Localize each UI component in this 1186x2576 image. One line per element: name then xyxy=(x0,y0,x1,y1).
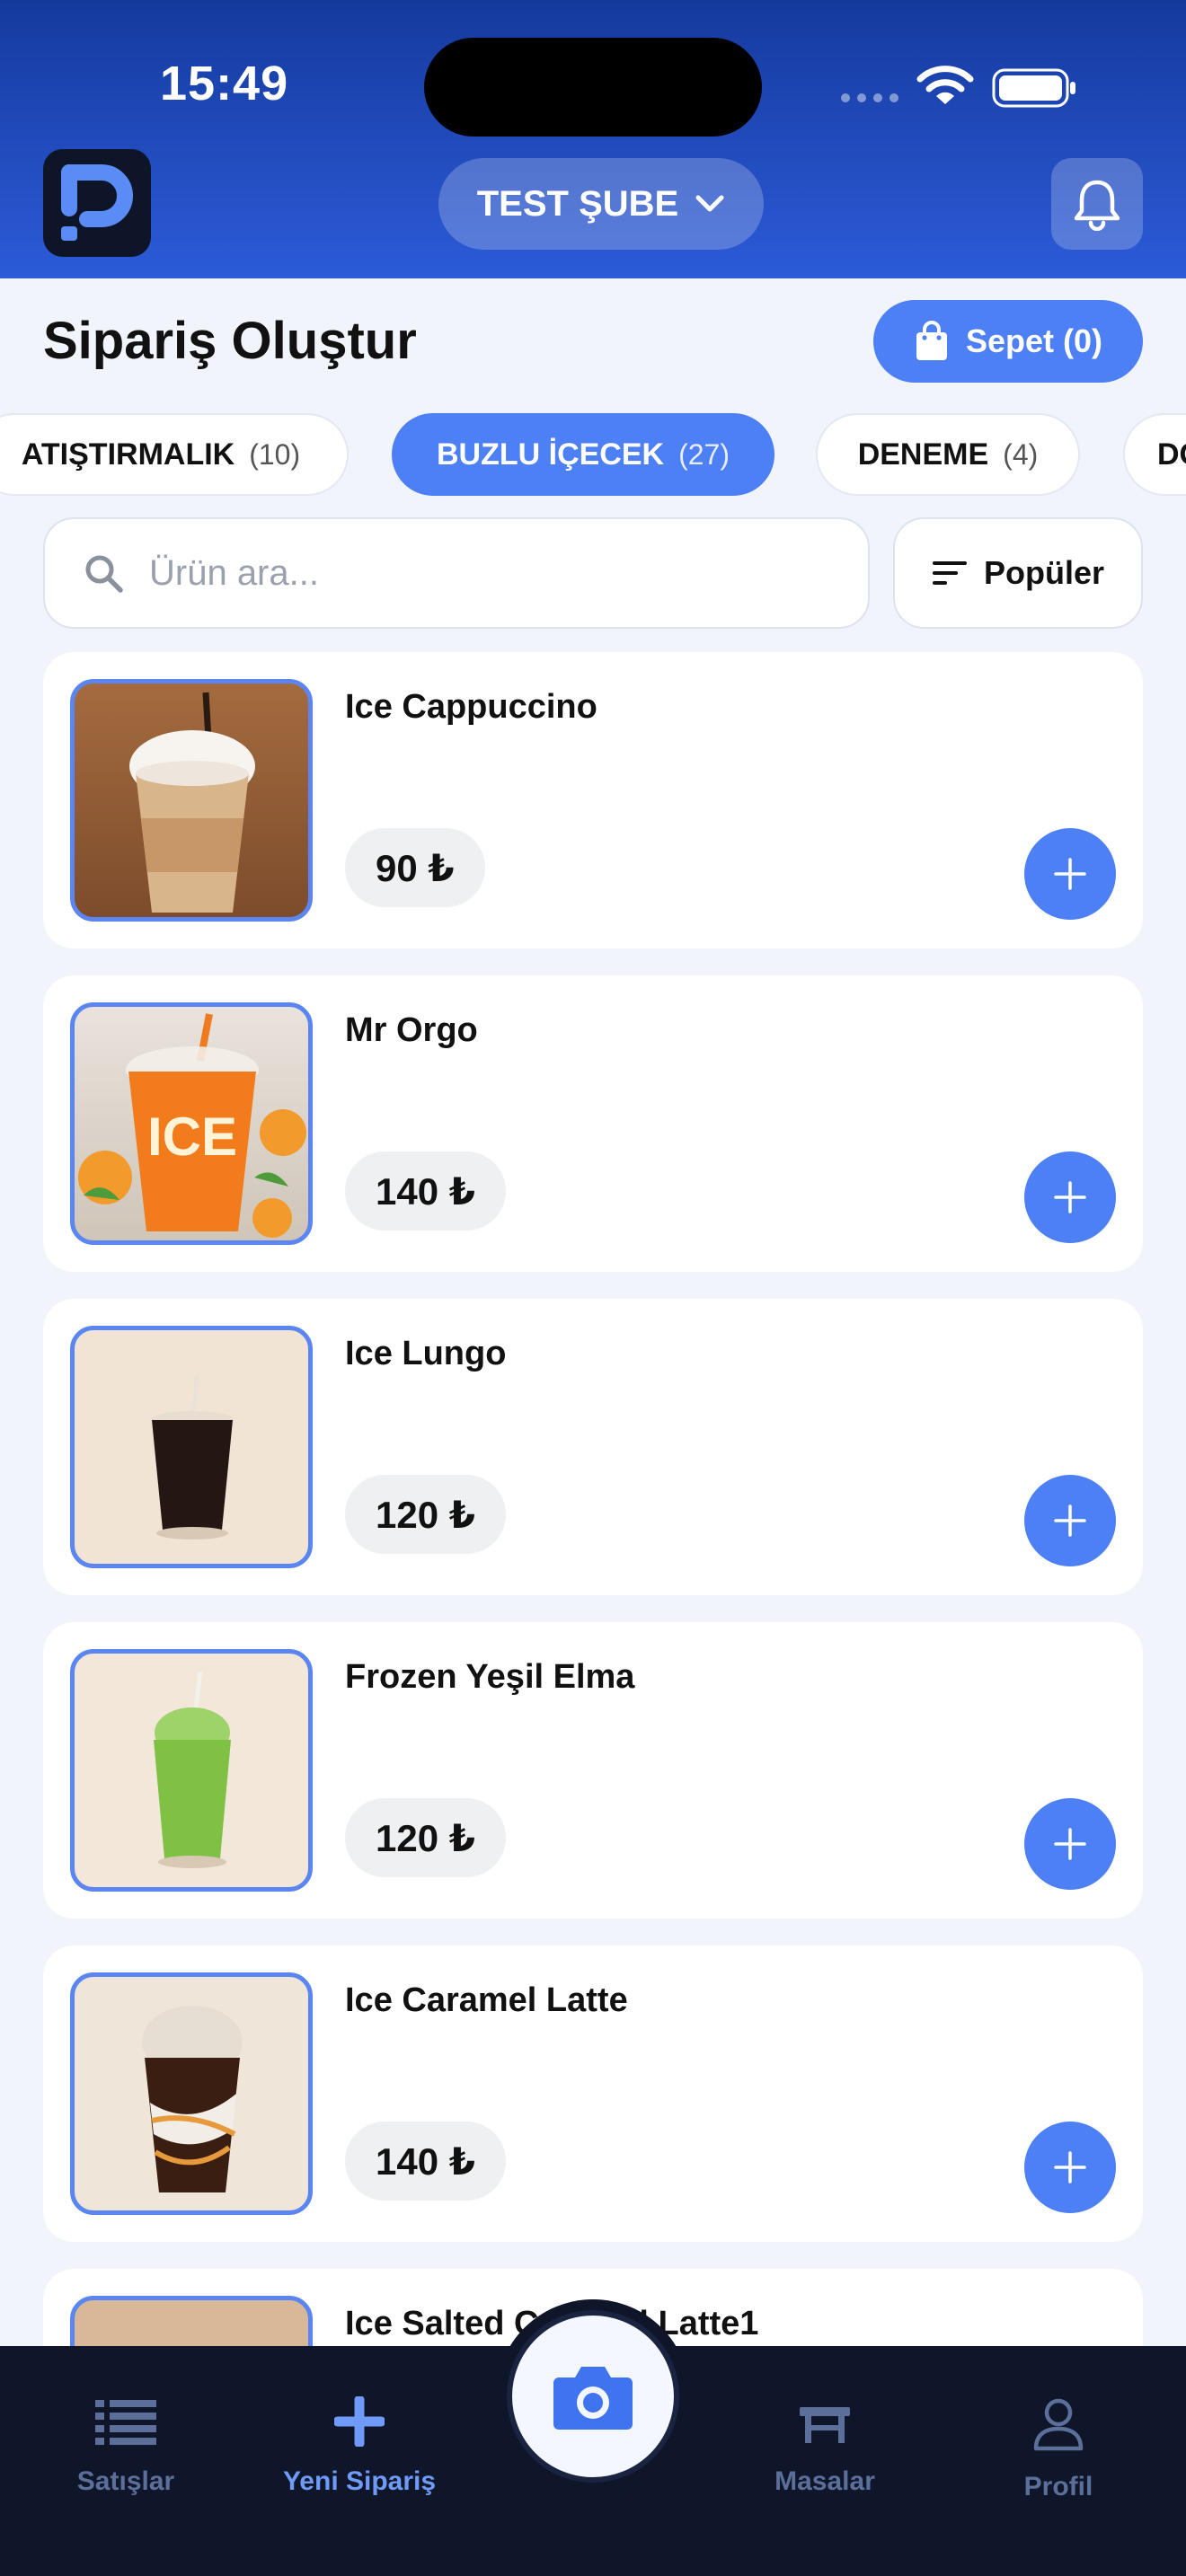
product-image xyxy=(70,1326,313,1568)
price-badge: 120 ₺ xyxy=(345,1475,506,1554)
sort-label: Popüler xyxy=(983,554,1104,591)
sort-button[interactable]: Popüler xyxy=(893,517,1143,629)
status-time: 15:49 xyxy=(160,57,289,110)
product-card[interactable]: Ice Cappuccino 90 ₺ xyxy=(43,652,1143,948)
product-name: Mr Orgo xyxy=(345,1011,478,1049)
add-to-cart-button[interactable] xyxy=(1024,2122,1116,2213)
cart-label: Sepet (0) xyxy=(965,322,1103,359)
search-box xyxy=(43,517,870,629)
bell-icon xyxy=(1074,180,1120,231)
nav-label: Profil xyxy=(1023,2472,1093,2501)
page-title: Sipariş Oluştur xyxy=(43,312,417,370)
cart-button[interactable]: Sepet (0) xyxy=(873,300,1143,383)
search-icon xyxy=(85,555,123,593)
product-image xyxy=(70,1972,313,2215)
product-name: Frozen Yeşil Elma xyxy=(345,1658,635,1696)
branch-selector[interactable]: TEST ŞUBE xyxy=(438,158,764,250)
user-icon xyxy=(1033,2398,1084,2451)
plus-icon xyxy=(1054,1828,1086,1860)
category-chip-deneme[interactable]: DENEME (4) xyxy=(816,413,1080,496)
nav-label: Masalar xyxy=(774,2466,875,2496)
nav-item-profile[interactable]: Profil xyxy=(960,2396,1157,2502)
wifi-icon xyxy=(916,66,974,104)
category-label: DO xyxy=(1157,437,1186,472)
category-label: ATIŞTIRMALIK xyxy=(21,437,235,472)
add-to-cart-button[interactable] xyxy=(1024,1151,1116,1243)
product-image: ICE xyxy=(70,1002,313,1245)
battery-icon xyxy=(992,68,1075,108)
list-icon xyxy=(95,2400,156,2445)
plus-icon xyxy=(1054,858,1086,890)
add-to-cart-button[interactable] xyxy=(1024,1798,1116,1890)
nav-item-tables[interactable]: Masalar xyxy=(726,2396,924,2497)
camera-icon xyxy=(553,2367,633,2430)
product-name: Ice Lungo xyxy=(345,1335,507,1372)
branch-label: TEST ŞUBE xyxy=(476,183,679,224)
signal-icon xyxy=(841,93,898,102)
plus-icon xyxy=(1054,1504,1086,1537)
add-to-cart-button[interactable] xyxy=(1024,828,1116,920)
price-badge: 140 ₺ xyxy=(345,2122,506,2201)
product-card[interactable]: Ice Caramel Latte 140 ₺ xyxy=(43,1945,1143,2242)
product-card[interactable]: Frozen Yeşil Elma 120 ₺ xyxy=(43,1622,1143,1919)
camera-button[interactable] xyxy=(496,2299,690,2493)
plus-icon xyxy=(1054,1181,1086,1213)
search-input[interactable] xyxy=(149,552,832,594)
category-chip-partial[interactable]: DO xyxy=(1123,413,1186,496)
category-count: (27) xyxy=(678,437,730,471)
product-image xyxy=(70,1649,313,1892)
nav-label: Yeni Sipariş xyxy=(282,2466,437,2496)
category-label: BUZLU İÇECEK xyxy=(436,437,665,472)
plus-icon xyxy=(1054,2151,1086,2183)
sort-icon xyxy=(932,561,967,585)
shopping-bag-icon xyxy=(916,321,947,360)
product-card[interactable]: Ice Lungo 120 ₺ xyxy=(43,1299,1143,1595)
app-header: 15:49 TEST ŞUBE xyxy=(0,0,1186,278)
product-name: Ice Cappuccino xyxy=(345,688,597,726)
price-badge: 90 ₺ xyxy=(345,828,485,907)
plus-icon xyxy=(334,2396,385,2447)
product-image xyxy=(70,679,313,922)
price-badge: 120 ₺ xyxy=(345,1798,506,1877)
nav-item-sales[interactable]: Satışlar xyxy=(27,2396,225,2497)
nav-label: Satışlar xyxy=(76,2466,175,2496)
add-to-cart-button[interactable] xyxy=(1024,1475,1116,1566)
category-count: (10) xyxy=(249,437,301,471)
table-icon xyxy=(800,2407,850,2443)
logo-icon xyxy=(61,164,133,241)
dynamic-island xyxy=(424,38,762,137)
nav-item-new-order[interactable]: Yeni Sipariş xyxy=(261,2396,458,2497)
category-count: (4) xyxy=(1003,437,1039,471)
product-card[interactable]: ICE Mr Orgo 140 ₺ xyxy=(43,975,1143,1272)
product-name: Ice Caramel Latte xyxy=(345,1981,628,2019)
category-tabs: ATIŞTIRMALIK (10) BUZLU İÇECEK (27) DENE… xyxy=(0,413,1186,496)
notification-button[interactable] xyxy=(1051,158,1143,250)
category-label: DENEME xyxy=(857,437,989,472)
category-chip-atistirmalik[interactable]: ATIŞTIRMALIK (10) xyxy=(0,413,349,496)
chevron-down-icon xyxy=(695,195,724,212)
price-badge: 140 ₺ xyxy=(345,1151,506,1231)
product-image-text: ICE xyxy=(147,1107,237,1167)
category-chip-buzlu-icecek[interactable]: BUZLU İÇECEK (27) xyxy=(392,413,774,496)
app-logo xyxy=(43,149,151,257)
